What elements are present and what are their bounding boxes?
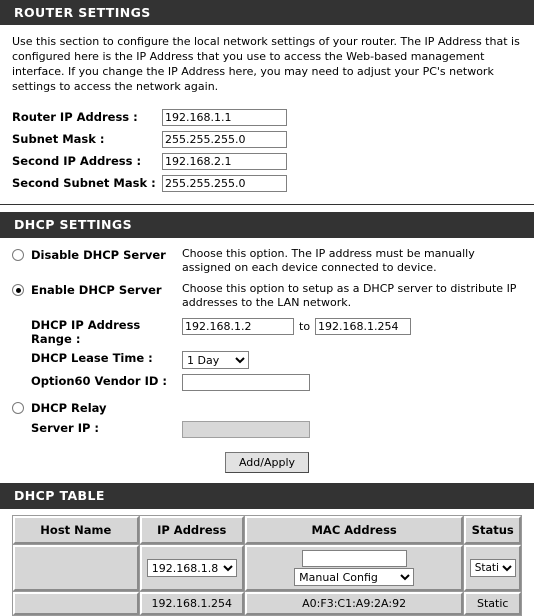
disable-dhcp-server-description: Choose this option. The IP address must … xyxy=(182,247,475,274)
dhcp-table-edit-row: 192.168.1.8 Manual Config Static xyxy=(13,545,521,591)
edit-row-mac-address-cell: Manual Config xyxy=(244,545,464,591)
server-ip-input xyxy=(182,421,310,438)
disable-dhcp-server-radio[interactable] xyxy=(12,249,24,261)
router-ip-address-row: Router IP Address : xyxy=(0,106,534,128)
enable-dhcp-server-row[interactable]: Enable DHCP Server Choose this option to… xyxy=(0,281,534,310)
dhcp-table-section-header: DHCP TABLE xyxy=(0,483,534,509)
table-row: 192.168.1.254 A0:F3:C1:A9:2A:92 Static xyxy=(13,592,521,615)
dhcp-lease-time-select[interactable]: 1 Day xyxy=(182,351,249,369)
router-settings-fields: Router IP Address : Subnet Mask : Second… xyxy=(0,100,534,194)
divider-line xyxy=(0,204,534,205)
column-header-ip-address: IP Address xyxy=(139,516,244,544)
dhcp-range-to-label: to xyxy=(299,320,311,333)
edit-row-host-name-cell xyxy=(13,545,139,591)
enable-dhcp-server-radio[interactable] xyxy=(12,284,24,296)
router-ip-address-input[interactable] xyxy=(162,108,287,126)
subnet-mask-row: Subnet Mask : xyxy=(0,128,534,150)
dhcp-table-head: Host Name IP Address MAC Address Status xyxy=(13,516,521,544)
disable-dhcp-server-row[interactable]: Disable DHCP Server Choose this option. … xyxy=(0,246,534,275)
server-ip-label: Server IP : xyxy=(31,421,100,435)
edit-row-status-select[interactable]: Static xyxy=(469,559,516,577)
option60-vendor-id-input[interactable] xyxy=(182,374,310,391)
edit-row-ip-address-cell: 192.168.1.8 xyxy=(139,545,244,591)
dhcp-relay-radio[interactable] xyxy=(12,402,24,414)
option60-vendor-id-label: Option60 Vendor ID : xyxy=(31,374,168,388)
subnet-mask-label: Subnet Mask : xyxy=(12,132,105,146)
router-dhcp-divider xyxy=(0,194,534,205)
apply-button-container: Add/Apply xyxy=(0,438,534,483)
router-settings-description: Use this section to configure the local … xyxy=(12,35,520,93)
second-subnet-mask-input[interactable] xyxy=(162,174,287,192)
option60-vendor-id-row: Option60 Vendor ID : xyxy=(0,374,534,391)
row-mac-address: A0:F3:C1:A9:2A:92 xyxy=(244,592,464,615)
dhcp-range-start-input[interactable] xyxy=(182,318,294,335)
router-ip-address-label: Router IP Address : xyxy=(12,110,138,124)
dhcp-ip-range-row: DHCP IP Address Range : to xyxy=(0,318,534,346)
dhcp-table-container: Host Name IP Address MAC Address Status … xyxy=(0,509,534,616)
router-settings-section-header: ROUTER SETTINGS xyxy=(0,0,534,25)
dhcp-lease-time-label: DHCP Lease Time : xyxy=(31,351,153,365)
dhcp-relay-row[interactable]: DHCP Relay xyxy=(0,399,534,415)
enable-dhcp-server-label: Enable DHCP Server xyxy=(31,283,162,297)
column-header-host-name: Host Name xyxy=(13,516,139,544)
row-ip-address: 192.168.1.254 xyxy=(139,592,244,615)
dhcp-ip-range-inputs: to xyxy=(182,318,412,335)
mac-address-controls: Manual Config xyxy=(248,550,461,586)
edit-row-status-cell: Static xyxy=(464,545,521,591)
enable-dhcp-server-option[interactable]: Enable DHCP Server xyxy=(12,281,182,297)
second-ip-address-label: Second IP Address : xyxy=(12,154,142,168)
enable-dhcp-server-description: Choose this option to setup as a DHCP se… xyxy=(182,282,517,309)
add-apply-button[interactable]: Add/Apply xyxy=(224,452,310,473)
dhcp-settings-section-header: DHCP SETTINGS xyxy=(0,212,534,238)
disable-dhcp-server-option[interactable]: Disable DHCP Server xyxy=(12,246,182,262)
dhcp-table: Host Name IP Address MAC Address Status … xyxy=(12,515,522,616)
row-host-name xyxy=(13,592,139,615)
subnet-mask-input[interactable] xyxy=(162,130,287,148)
second-ip-address-input[interactable] xyxy=(162,152,287,170)
row-status: Static xyxy=(464,592,521,615)
dhcp-table-header-row: Host Name IP Address MAC Address Status xyxy=(13,516,521,544)
second-ip-address-row: Second IP Address : xyxy=(0,150,534,172)
dhcp-table-body: 192.168.1.8 Manual Config Static 192.168… xyxy=(13,545,521,615)
dhcp-settings-body: Disable DHCP Server Choose this option. … xyxy=(0,238,534,438)
column-header-mac-address: MAC Address xyxy=(244,516,464,544)
server-ip-row: Server IP : xyxy=(0,421,534,438)
dhcp-ip-range-label: DHCP IP Address Range : xyxy=(31,318,141,346)
second-subnet-mask-label: Second Subnet Mask : xyxy=(12,176,156,190)
edit-row-mac-address-input[interactable] xyxy=(301,550,407,567)
dhcp-relay-label: DHCP Relay xyxy=(31,401,107,415)
dhcp-range-end-input[interactable] xyxy=(315,318,412,335)
second-subnet-mask-row: Second Subnet Mask : xyxy=(0,172,534,194)
edit-row-mac-mode-select[interactable]: Manual Config xyxy=(294,568,415,586)
disable-dhcp-server-label: Disable DHCP Server xyxy=(31,248,166,262)
dhcp-lease-time-row: DHCP Lease Time : 1 Day xyxy=(0,351,534,369)
column-header-status: Status xyxy=(464,516,521,544)
edit-row-ip-address-select[interactable]: 192.168.1.8 xyxy=(146,559,237,577)
dhcp-relay-option[interactable]: DHCP Relay xyxy=(12,399,182,415)
